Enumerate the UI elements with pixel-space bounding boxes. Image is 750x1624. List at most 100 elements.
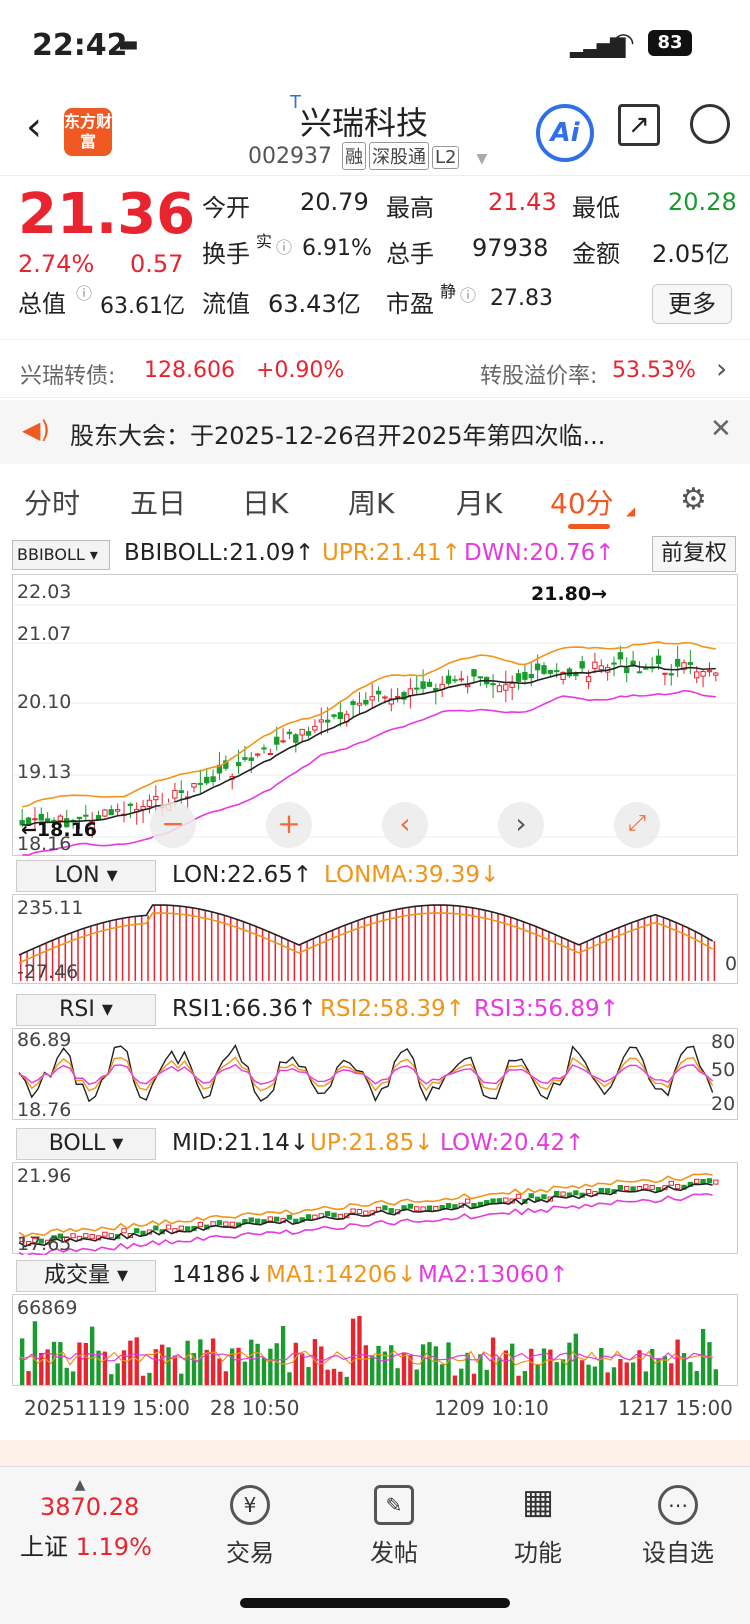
lon-bar (560, 936, 563, 981)
tab-40min[interactable]: 40分 (550, 482, 614, 522)
boll-candle (554, 1190, 560, 1196)
speaker-icon: ◀) (22, 416, 50, 444)
stock-header: ‹ 东方财富 T 兴瑞科技 002937 融深股通 L2 ▼ Ai ↗ (0, 90, 750, 176)
volume-bar (179, 1373, 184, 1385)
tab-daily[interactable]: 日K (242, 482, 288, 522)
candle-body (178, 790, 184, 794)
close-icon[interactable]: ✕ (710, 414, 732, 444)
high-marker: 21.80→ (531, 583, 608, 605)
boll-candle (713, 1179, 719, 1185)
settings-gear-icon[interactable]: ⚙ (680, 482, 707, 517)
rsi-top: 86.89 (17, 1029, 72, 1051)
high-value: 21.43 (488, 188, 557, 216)
candle-body (305, 731, 312, 736)
lon-bar (217, 912, 219, 981)
info-icon[interactable]: ⓘ (460, 282, 476, 306)
lon-bar (140, 915, 143, 981)
candle-wick (651, 657, 653, 673)
lon-top: 235.11 (17, 897, 84, 919)
bond-price: 128.606 (144, 358, 235, 383)
volume-bar (58, 1342, 63, 1385)
boll-candle (108, 1233, 114, 1239)
lon-select[interactable]: LON ▾ (16, 860, 156, 892)
candle-body (528, 673, 534, 679)
rsi-select[interactable]: RSI ▾ (16, 994, 156, 1026)
volume-bar (624, 1362, 629, 1385)
indicator-line (18, 1063, 714, 1085)
candle-body (700, 670, 706, 677)
volume-bar (77, 1342, 82, 1385)
boll-candle (274, 1216, 280, 1222)
notice-bar[interactable]: ◀) 股东大会：于2025-12-26召开2025年第四次临... ✕ (0, 400, 750, 464)
volume-bar (567, 1342, 572, 1385)
candle-body (197, 782, 204, 785)
convertible-bond-row[interactable]: 兴瑞转债: 128.606 +0.90% 转股溢价率: 53.53% › (0, 342, 750, 398)
battery-icon: 83 (648, 30, 692, 56)
volume-bar (440, 1364, 445, 1385)
boll-select[interactable]: BOLL ▾ (16, 1128, 156, 1160)
info-icon[interactable]: ⓘ (276, 234, 292, 258)
scroll-right-button[interactable]: › (498, 802, 544, 848)
back-icon[interactable]: ‹ (26, 104, 42, 150)
rsi2-value: RSI2:58.39↑ (320, 996, 465, 1022)
lon-chart[interactable]: 235.11 -27.46 0 (12, 894, 738, 984)
boll-candle (496, 1198, 503, 1204)
search-icon[interactable] (690, 104, 730, 144)
ai-button[interactable]: Ai (536, 104, 594, 162)
boll-top: 21.96 (17, 1165, 72, 1187)
rsi-chart[interactable]: 86.89 18.76 80 50 20 (12, 1028, 739, 1121)
adjust-select[interactable]: 前复权 (652, 536, 736, 572)
low-marker-value: 18.16 (36, 819, 98, 841)
share-icon[interactable]: ↗ (618, 104, 660, 146)
upr-value: UPR:21.41↑ (322, 540, 461, 566)
lon-bar (198, 908, 200, 981)
lon-bar (630, 923, 633, 981)
fullscreen-button[interactable]: ⤢ (614, 802, 660, 848)
tab-post[interactable]: ✎ 发帖 (344, 1485, 444, 1568)
index-ticker[interactable]: ▲ 3870.28 上证 1.19% (20, 1477, 180, 1562)
candle-body (414, 687, 420, 690)
volume-bar (688, 1362, 693, 1385)
tab-label: 发帖 (370, 1539, 418, 1567)
more-button[interactable]: 更多 (652, 284, 732, 324)
tab-intraday[interactable]: 分时 (24, 482, 80, 522)
tab-watchlist[interactable]: ⋯ 设自选 (628, 1485, 728, 1568)
zoom-in-button[interactable]: + (266, 802, 312, 848)
change-pct: 2.74% (18, 250, 95, 278)
lon-bar (109, 921, 111, 981)
candle-wick (689, 649, 691, 675)
volume-svg (18, 1316, 718, 1385)
candle-body (611, 662, 617, 665)
volume-bar (427, 1342, 432, 1385)
volume-bar (223, 1371, 228, 1385)
candle-body (382, 696, 388, 699)
lon-bar (102, 922, 105, 981)
float-value: 63.43亿 (268, 290, 361, 318)
volume-chart[interactable]: 66869 (12, 1294, 738, 1386)
tab-trade[interactable]: ¥ 交易 (200, 1485, 300, 1568)
candle-body (369, 696, 375, 701)
lon-bar (643, 918, 646, 981)
active-tab-indicator (568, 524, 610, 529)
volume-bar (484, 1369, 489, 1385)
zoom-out-button[interactable]: − (150, 802, 196, 848)
boll-candle (490, 1198, 496, 1204)
tab-functions[interactable]: ▦ 功能 (488, 1485, 588, 1568)
rsi-50: 50 (711, 1059, 736, 1081)
tab-5day[interactable]: 五日 (130, 482, 186, 522)
tab-weekly[interactable]: 周K (348, 482, 394, 522)
lon-bar (293, 942, 296, 981)
vol-top: 66869 (17, 1297, 78, 1319)
scroll-left-button[interactable]: ‹ (382, 802, 428, 848)
volume-bar (414, 1369, 419, 1385)
info-icon[interactable]: ⓘ (76, 280, 92, 304)
volume-select[interactable]: 成交量 ▾ (16, 1260, 156, 1292)
boll-chart[interactable]: 21.96 17.65 (12, 1162, 738, 1258)
volume-bar (242, 1361, 248, 1385)
lon-bar (484, 909, 487, 981)
main-indicator-select[interactable]: BBIBOLL ▾ (12, 540, 110, 570)
tab-monthly[interactable]: 月K (456, 482, 502, 522)
stock-code-row[interactable]: 002937 融深股通 L2 ▼ (248, 142, 487, 170)
lon-bar (700, 933, 703, 981)
lon-bar (357, 920, 359, 981)
